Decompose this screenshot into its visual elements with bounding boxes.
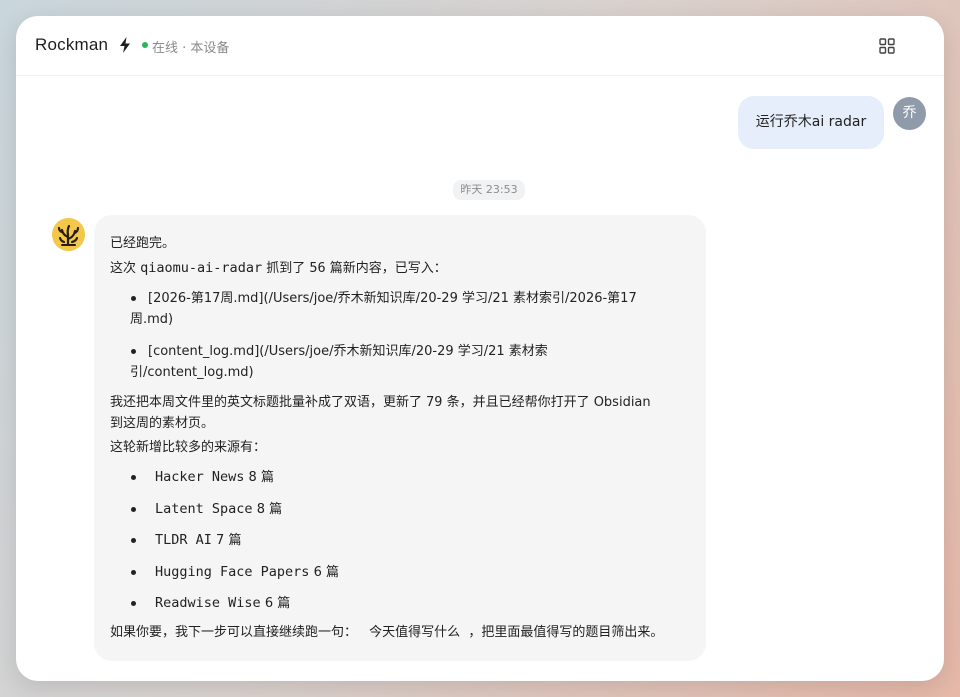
lightning-bolt-icon (120, 37, 130, 53)
bilingual-update-line: 我还把本周文件里的英文标题批量补成了双语，更新了 79 条，并且已经帮你打开了 … (110, 392, 651, 413)
source-item: Latent Space 8 篇 (155, 499, 282, 520)
sources-heading: 这轮新增比较多的来源有： (110, 440, 267, 455)
summary-mid: 抓到了 (266, 261, 306, 276)
bullet-dot (131, 601, 136, 606)
reply-intro: 已经跑完。 (110, 236, 176, 251)
chat-header: Rockman 在线 · 本设备 (16, 16, 944, 76)
update-suffix: 条，并且已经帮你打开了 Obsidian (446, 395, 651, 410)
bullet-dot (131, 296, 136, 301)
file-link-1-cont[interactable]: 周.md) (130, 309, 173, 330)
file-link-2[interactable]: [content_log.md](/Users/joe/乔木新知识库/20-29… (148, 341, 548, 362)
source-count: 8 篇 (248, 470, 274, 485)
summary-suffix: 篇新内容，已写入： (329, 261, 447, 276)
update-count: 79 (426, 394, 443, 410)
source-item: TLDR AI 7 篇 (155, 530, 241, 551)
source-name: TLDR AI (155, 532, 212, 548)
bilingual-update-cont: 到这周的素材页。 (110, 416, 215, 431)
source-item: Readwise Wise 6 篇 (155, 593, 290, 614)
summary-prefix: 这次 (110, 261, 137, 276)
closing-suffix: ，把里面最值得写的题目筛出来。 (468, 625, 664, 640)
bullet-dot (131, 349, 136, 354)
source-item: Hacker News 8 篇 (155, 467, 274, 488)
source-count: 6 篇 (313, 565, 339, 580)
update-prefix: 我还把本周文件里的英文标题批量补成了双语，更新了 (110, 395, 423, 410)
file-link-1[interactable]: [2026-第17周.md](/Users/joe/乔木新知识库/20-29 学… (148, 288, 637, 309)
chat-window: Rockman 在线 · 本设备 运行乔木ai radar 乔 昨天 23:53… (16, 16, 944, 681)
app-title: Rockman (35, 35, 109, 54)
source-item: Hugging Face Papers 6 篇 (155, 562, 339, 583)
source-name: Hacker News (155, 469, 245, 485)
bullet-dot (131, 538, 136, 543)
source-name: Readwise Wise (155, 595, 261, 611)
message-timestamp: 昨天 23:53 (453, 180, 525, 200)
suggested-prompt[interactable]: 今天值得写什么 (369, 625, 460, 640)
coral-logo-icon[interactable] (52, 218, 85, 251)
source-name: Latent Space (155, 501, 253, 517)
user-message-bubble: 运行乔木ai radar (738, 96, 884, 149)
status-text: 在线 · 本设备 (152, 41, 230, 56)
source-count: 7 篇 (216, 533, 242, 548)
closing-prefix: 如果你要，我下一步可以直接继续跑一句： (110, 625, 358, 640)
command-code: qiaomu-ai-radar (140, 260, 263, 276)
reply-summary-line: 这次 qiaomu-ai-radar 抓到了 56 篇新内容，已写入： (110, 258, 447, 279)
bullet-dot (131, 570, 136, 575)
article-count: 56 (309, 260, 326, 276)
grid-icon[interactable] (878, 37, 896, 55)
user-avatar[interactable]: 乔 (893, 97, 926, 130)
closing-suggestion: 如果你要，我下一步可以直接继续跑一句： 今天值得写什么 ，把里面最值得写的题目筛… (110, 622, 663, 643)
file-link-2-cont[interactable]: 引/content_log.md) (130, 362, 254, 383)
online-status-dot (142, 42, 148, 48)
bullet-dot (131, 507, 136, 512)
bullet-dot (131, 475, 136, 480)
source-count: 8 篇 (256, 502, 283, 517)
source-count: 6 篇 (264, 596, 291, 611)
assistant-message-bubble: 已经跑完。 这次 qiaomu-ai-radar 抓到了 56 篇新内容，已写入… (94, 215, 706, 661)
source-name: Hugging Face Papers (155, 564, 310, 580)
